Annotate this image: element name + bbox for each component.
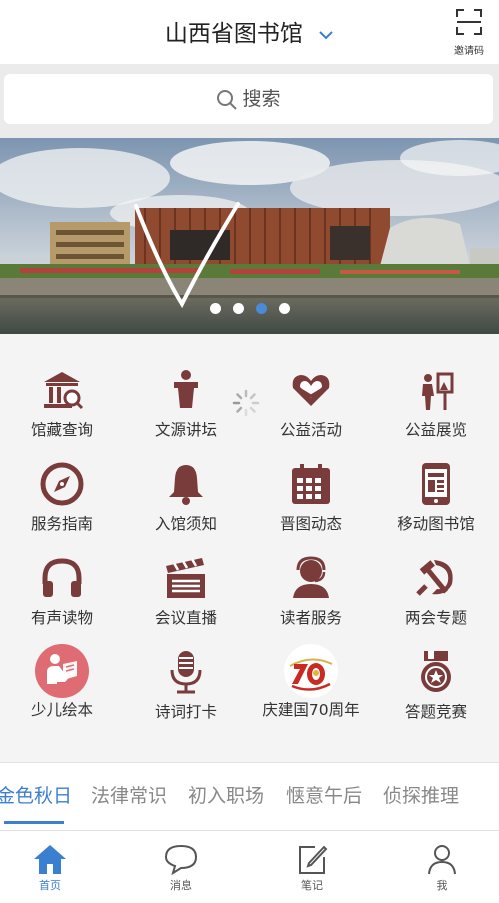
tab-detective-mystery[interactable]: 侦探推理 [383, 781, 459, 808]
grid-item-label: 庆建国70周年 [262, 701, 360, 719]
carousel-dot[interactable] [232, 303, 244, 314]
tab-golden-autumn[interactable]: 金色秋日 [0, 781, 72, 808]
grid-item-two-sessions[interactable]: 两会专题 [374, 536, 498, 628]
grid-item-label: 有声读物 [30, 609, 93, 627]
headphones-icon [42, 558, 82, 597]
grid-item-poetry-checkin[interactable]: 诗词打卡 [124, 630, 248, 722]
grid-item-label: 会议直播 [154, 609, 217, 627]
carousel-dots [0, 299, 499, 318]
exhibition-icon [422, 372, 454, 410]
active-tab-indicator [4, 821, 64, 824]
grid-item-label: 答题竞赛 [404, 703, 467, 721]
grid-item-label: 读者服务 [279, 609, 342, 627]
grid-item-70th-anniversary[interactable]: 庆建国70周年 [249, 630, 373, 722]
grid-item-label: 馆藏查询 [30, 421, 93, 439]
child-reading-icon [35, 644, 89, 698]
grid-item-picture-books[interactable]: 少儿绘本 [0, 630, 124, 722]
grid-item-label: 服务指南 [30, 515, 93, 533]
user-icon [428, 845, 456, 875]
grid-item-visitor-notice[interactable]: 入馆须知 [124, 442, 248, 534]
invite-code-button[interactable]: 邀请码 [449, 8, 489, 57]
grid-item-label: 入馆须知 [154, 515, 217, 533]
nav-label: 首页 [39, 879, 61, 892]
grid-item-collection-search[interactable]: 馆藏查询 [0, 348, 124, 440]
grid-item-news[interactable]: 晋图动态 [249, 442, 373, 534]
app-header: 山西省图书馆 邀请码 [0, 0, 499, 64]
heart-hands-icon [292, 375, 330, 406]
carousel-dot[interactable] [278, 303, 290, 314]
grid-item-service-guide[interactable]: 服务指南 [0, 442, 124, 534]
chevron-down-icon [319, 30, 333, 39]
grid-item-lecture[interactable]: 文源讲坛 [124, 348, 248, 440]
search-placeholder: 搜索 [242, 88, 281, 110]
home-icon [34, 845, 66, 874]
grid-item-label: 公益展览 [404, 421, 467, 439]
tab-leisurely-afternoon[interactable]: 惬意午后 [286, 781, 362, 808]
clapperboard-icon [166, 558, 205, 598]
grid-item-label: 移动图书馆 [397, 515, 475, 533]
calendar-icon [292, 464, 330, 504]
grid-item-live-meeting[interactable]: 会议直播 [124, 536, 248, 628]
page-title: 山西省图书馆 [164, 21, 303, 47]
bottom-navigation: 首页 消息 笔记 我 [0, 830, 499, 903]
tab-new-to-workplace[interactable]: 初入职场 [188, 781, 264, 808]
search-icon [217, 89, 238, 110]
grid-item-label: 诗词打卡 [154, 703, 217, 721]
lectern-icon [174, 370, 198, 408]
grid-item-reader-service[interactable]: 读者服务 [249, 536, 373, 628]
library-selector[interactable]: 山西省图书馆 [0, 14, 499, 48]
grid-item-public-activity[interactable]: 公益活动 [249, 348, 373, 440]
grid-item-label: 两会专题 [404, 609, 467, 627]
tab-legal-knowledge[interactable]: 法律常识 [91, 781, 167, 808]
grid-item-label: 少儿绘本 [30, 701, 93, 719]
carousel-dot-active[interactable] [255, 303, 267, 314]
message-icon [164, 844, 198, 875]
mobile-book-icon [422, 463, 450, 505]
library-building-icon [44, 372, 84, 410]
grid-item-label: 公益活动 [279, 421, 342, 439]
nav-profile[interactable]: 我 [402, 843, 482, 893]
medal-icon [421, 651, 451, 692]
compass-icon [40, 462, 84, 506]
microphone-icon [170, 651, 202, 694]
nav-label: 笔记 [301, 879, 323, 892]
hammer-sickle-icon [416, 560, 453, 596]
anniversary-70-icon [284, 644, 338, 698]
bell-icon [169, 465, 203, 505]
category-tabs: 金色秋日 法律常识 初入职场 惬意午后 侦探推理 [0, 762, 499, 830]
nav-notes[interactable]: 笔记 [272, 843, 352, 893]
grid-item-label: 文源讲坛 [154, 421, 217, 439]
grid-item-quiz-contest[interactable]: 答题竞赛 [374, 630, 498, 722]
grid-item-label: 晋图动态 [279, 515, 342, 533]
invite-code-label: 邀请码 [454, 46, 484, 57]
note-icon [299, 845, 328, 874]
nav-label: 消息 [170, 879, 192, 892]
grid-item-mobile-library[interactable]: 移动图书馆 [374, 442, 498, 534]
banner-carousel[interactable] [0, 138, 499, 334]
customer-service-icon [293, 556, 329, 598]
search-bar-container: 搜索 [0, 64, 499, 138]
grid-item-audiobook[interactable]: 有声读物 [0, 536, 124, 628]
scan-icon [456, 9, 482, 35]
search-input[interactable]: 搜索 [4, 74, 493, 124]
grid-item-exhibition[interactable]: 公益展览 [374, 348, 498, 440]
carousel-dot[interactable] [209, 303, 221, 314]
nav-label: 我 [436, 879, 448, 892]
nav-home[interactable]: 首页 [10, 843, 90, 893]
nav-messages[interactable]: 消息 [141, 843, 221, 893]
loading-spinner-icon [232, 389, 260, 417]
